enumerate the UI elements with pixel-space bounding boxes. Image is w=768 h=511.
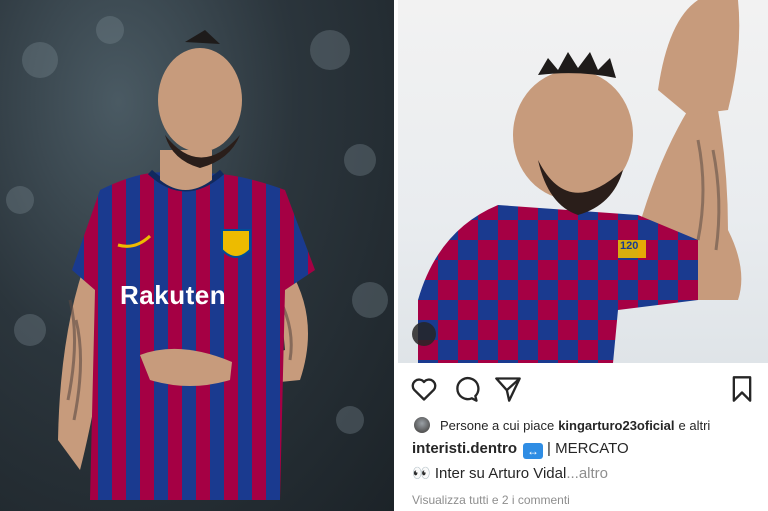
- caption-line-1: interisti.dentro ↔ | MERCATO: [412, 440, 629, 459]
- tagged-user-icon[interactable]: [412, 322, 436, 346]
- caption-text: | MERCATO: [547, 440, 629, 457]
- liker-avatar[interactable]: [414, 417, 430, 433]
- left-right-arrow-icon: ↔: [523, 443, 544, 459]
- right-photo: 120: [398, 0, 768, 363]
- caption-line-2: 👀 Inter su Arturo Vidal...altro: [412, 464, 608, 482]
- sleeve-text: 120: [620, 240, 639, 252]
- caption-username-link[interactable]: interisti.dentro: [412, 440, 517, 457]
- eyes-emoji-icon: 👀: [412, 465, 431, 482]
- bookmark-icon[interactable]: [728, 375, 756, 403]
- likes-suffix: e altri: [678, 417, 711, 433]
- left-photo: Rakuten: [0, 0, 394, 511]
- send-icon[interactable]: [494, 375, 522, 403]
- likes-line: Persone a cui piace kingarturo23oficial …: [414, 414, 710, 436]
- view-comments-link[interactable]: Visualizza tutti e 2 i commenti: [412, 493, 570, 507]
- heart-icon[interactable]: [410, 375, 438, 403]
- instagram-post-panel: Persone a cui piace kingarturo23oficial …: [398, 363, 768, 511]
- liker-username-link[interactable]: kingarturo23oficial: [558, 418, 674, 433]
- caption-line2-text: Inter su Arturo Vidal: [434, 465, 567, 482]
- likes-prefix: Persone a cui piace: [440, 417, 555, 433]
- player-illustration-right: [418, 0, 742, 363]
- more-link[interactable]: ...altro: [566, 465, 608, 482]
- shirt-sponsor-text: Rakuten: [120, 280, 227, 310]
- action-bar: [398, 363, 768, 413]
- comment-icon[interactable]: [452, 375, 480, 403]
- player-illustration-left: [6, 16, 388, 500]
